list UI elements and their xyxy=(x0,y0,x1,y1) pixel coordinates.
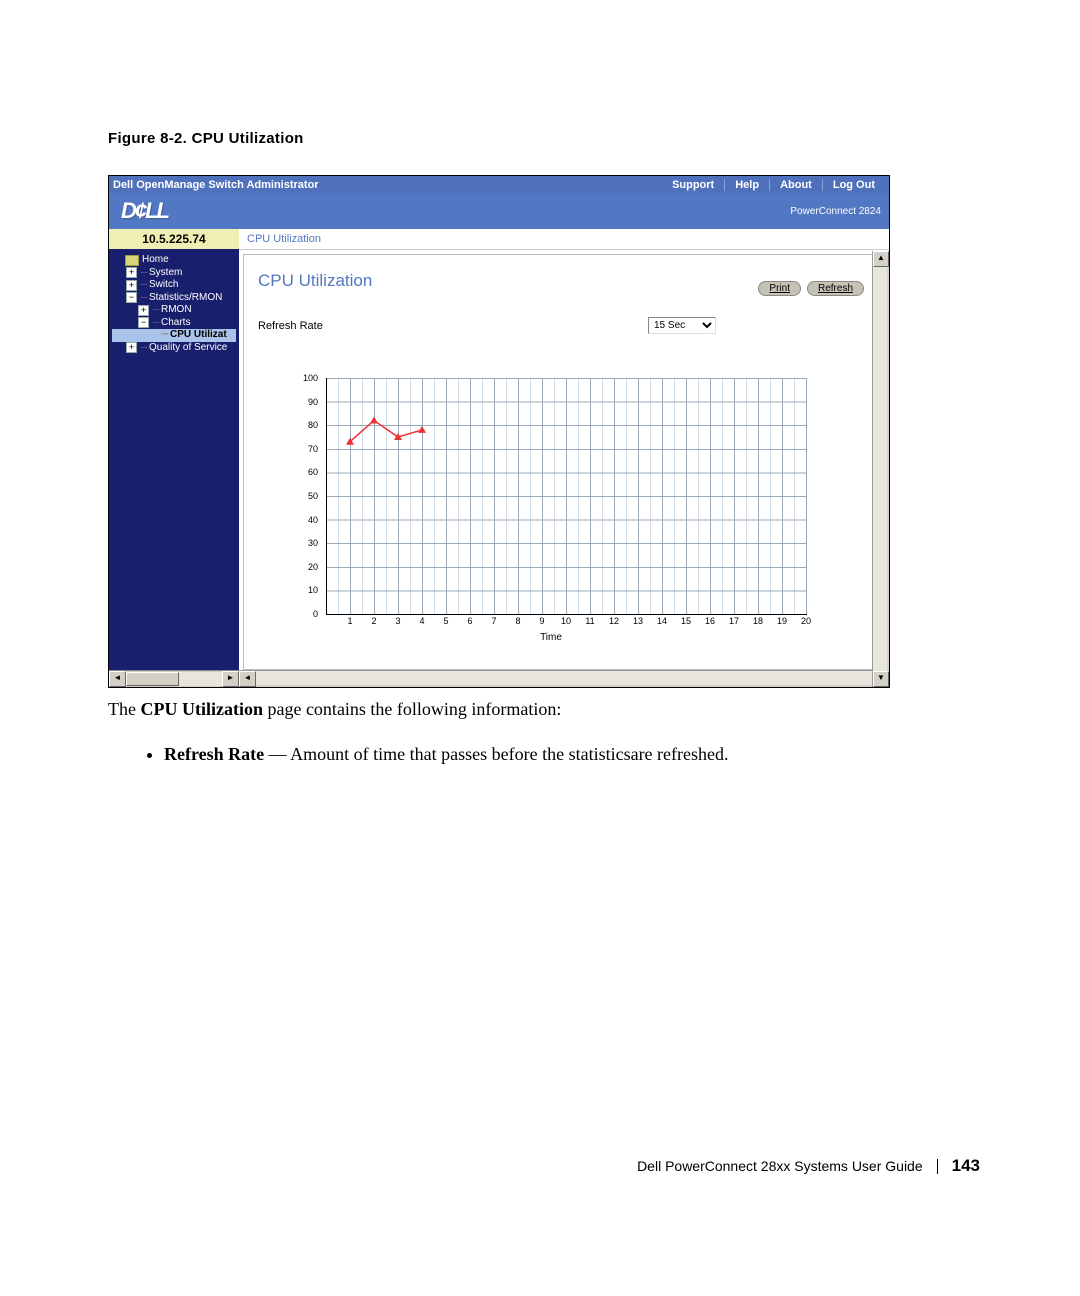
body-paragraph: The CPU Utilization page contains the fo… xyxy=(108,696,980,723)
window-titlebar: Dell OpenManage Switch Administrator Sup… xyxy=(109,176,889,193)
x-axis-ticks: 1234567891011121314151617181920 xyxy=(326,616,806,630)
main-vscrollbar[interactable]: ▲ ▼ xyxy=(872,251,889,687)
page-footer: Dell PowerConnect 28xx Systems User Guid… xyxy=(637,1156,980,1176)
refresh-rate-label: Refresh Rate xyxy=(258,320,648,332)
tree-expander-icon[interactable]: + xyxy=(126,342,137,353)
main-area: CPU Utilization CPU Utilization Print Re… xyxy=(239,229,889,687)
page-number: 143 xyxy=(952,1156,980,1176)
tree-label: Home xyxy=(142,254,169,267)
scroll-left-icon[interactable]: ◄ xyxy=(109,671,126,687)
sidebar-item[interactable]: +···Quality of Service xyxy=(112,342,236,355)
link-about[interactable]: About xyxy=(769,179,822,191)
tree-label: Statistics/RMON xyxy=(149,292,222,305)
x-axis-label: Time xyxy=(540,632,562,643)
refresh-button[interactable]: Refresh xyxy=(807,281,864,296)
scroll-right-icon[interactable]: ► xyxy=(222,671,239,687)
content-panel: CPU Utilization Print Refresh Refresh Ra… xyxy=(243,254,885,670)
tree-label: RMON xyxy=(161,304,192,317)
dell-logo: D¢LL xyxy=(121,198,168,224)
link-support[interactable]: Support xyxy=(662,179,724,191)
sidebar-item[interactable]: −···Statistics/RMON xyxy=(112,292,236,305)
sidebar-item[interactable]: ···CPU Utilizat xyxy=(112,329,236,342)
folder-icon xyxy=(125,255,139,266)
breadcrumb: CPU Utilization xyxy=(239,229,889,250)
sidebar-item[interactable]: Home xyxy=(112,254,236,267)
nav-tree: Home+···System+···Switch−···Statistics/R… xyxy=(109,250,239,670)
app-title: Dell OpenManage Switch Administrator xyxy=(113,179,319,191)
sidebar-hscrollbar[interactable]: ◄ ► xyxy=(109,670,239,687)
tree-expander-icon[interactable]: + xyxy=(126,267,137,278)
scroll-left-icon[interactable]: ◄ xyxy=(239,671,256,687)
scroll-up-icon[interactable]: ▲ xyxy=(873,251,889,267)
guide-title: Dell PowerConnect 28xx Systems User Guid… xyxy=(637,1158,923,1174)
sidebar-item[interactable]: +···RMON xyxy=(112,304,236,317)
print-button[interactable]: Print xyxy=(758,281,801,296)
sidebar-item[interactable]: −···Charts xyxy=(112,317,236,330)
tree-label: System xyxy=(149,267,182,280)
list-item: Refresh Rate — Amount of time that passe… xyxy=(164,741,980,768)
tree-expander-icon[interactable]: + xyxy=(126,280,137,291)
sidebar-item[interactable]: +···Switch xyxy=(112,279,236,292)
chart-line-layer xyxy=(326,378,806,614)
tree-expander-icon[interactable]: − xyxy=(126,292,137,303)
brand-bar: D¢LL PowerConnect 2824 xyxy=(109,193,889,229)
y-axis-ticks: 0102030405060708090100 xyxy=(286,374,322,614)
tree-label: Switch xyxy=(149,279,178,292)
tree-label: Quality of Service xyxy=(149,342,227,355)
product-name: PowerConnect 2824 xyxy=(790,206,881,217)
figure-caption: Figure 8-2. CPU Utilization xyxy=(108,130,980,147)
sidebar: 10.5.225.74 Home+···System+···Switch−···… xyxy=(109,229,239,687)
cpu-chart: 0102030405060708090100 12345678910111213… xyxy=(286,374,816,654)
tree-label: Charts xyxy=(161,317,190,330)
titlebar-links: Support Help About Log Out xyxy=(662,179,885,191)
tree-expander-icon[interactable]: + xyxy=(138,305,149,316)
link-help[interactable]: Help xyxy=(724,179,769,191)
screenshot-frame: Dell OpenManage Switch Administrator Sup… xyxy=(108,175,890,688)
scroll-down-icon[interactable]: ▼ xyxy=(873,671,889,687)
refresh-rate-select[interactable]: 15 Sec xyxy=(648,317,716,334)
sidebar-item[interactable]: +···System xyxy=(112,267,236,280)
link-logout[interactable]: Log Out xyxy=(822,179,885,191)
tree-expander-icon[interactable]: − xyxy=(138,317,149,328)
device-ip: 10.5.225.74 xyxy=(109,229,239,250)
bullet-list: Refresh Rate — Amount of time that passe… xyxy=(108,741,980,768)
main-hscrollbar[interactable]: ◄ ► xyxy=(239,670,889,687)
tree-label: CPU Utilizat xyxy=(170,329,227,342)
